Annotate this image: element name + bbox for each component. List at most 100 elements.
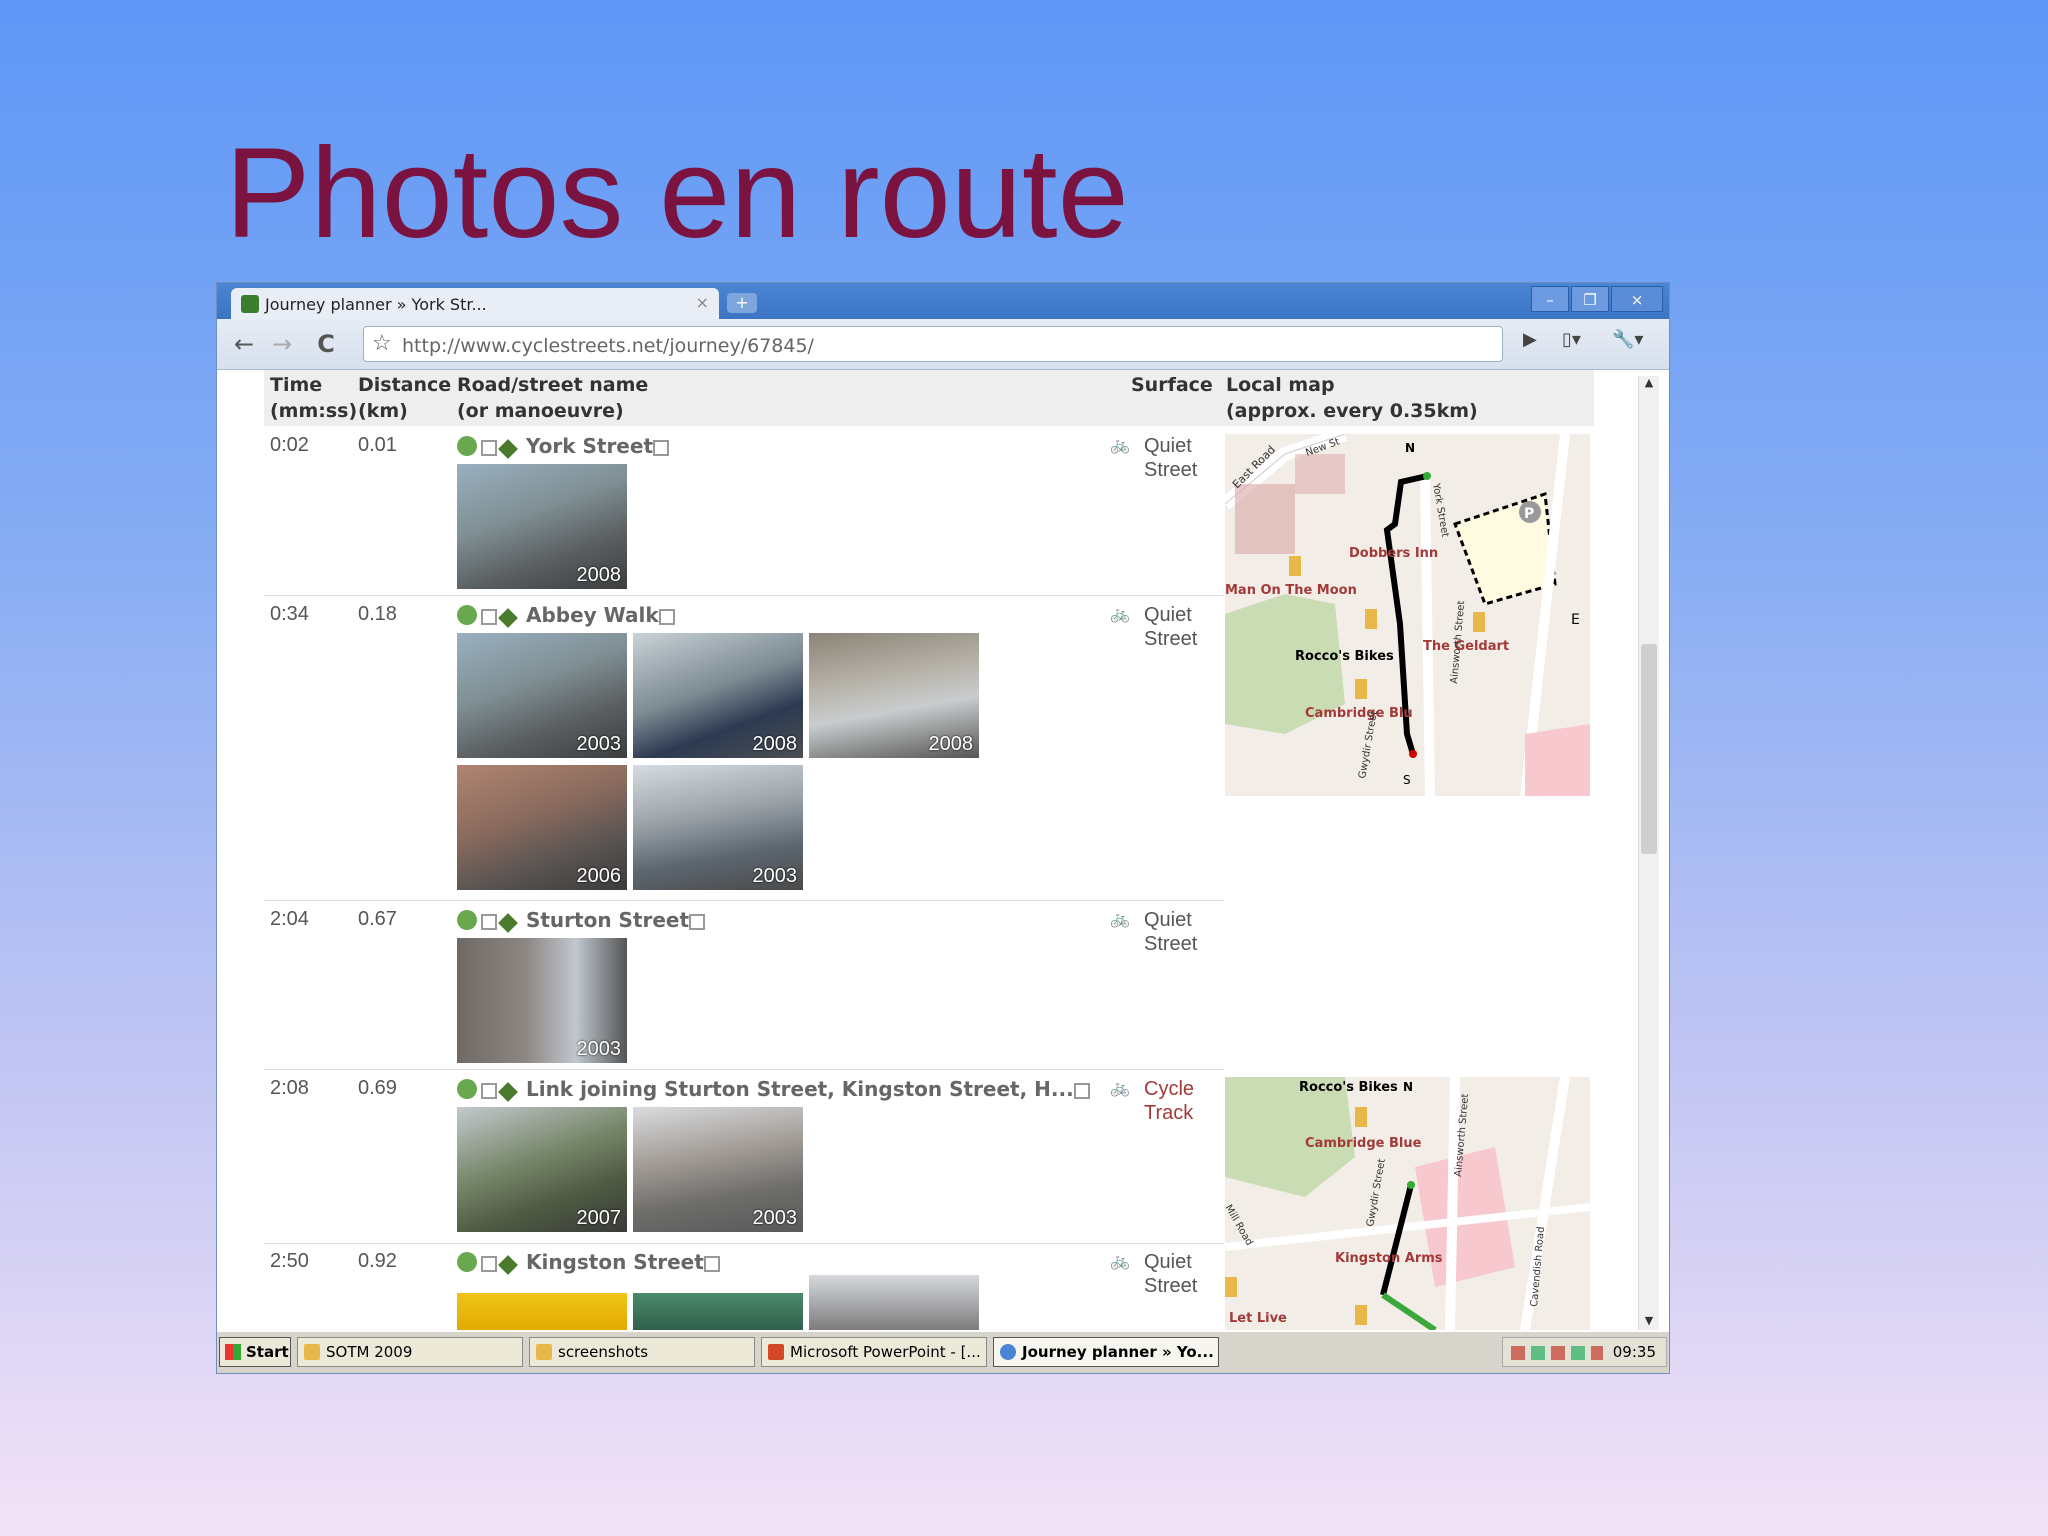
map-label: E: [1571, 612, 1580, 628]
header-local-map: Local map: [1226, 374, 1335, 396]
route-photo[interactable]: [457, 1293, 627, 1333]
external-link-icon[interactable]: [703, 1256, 720, 1272]
map-pin-icon[interactable]: [498, 608, 518, 628]
go-icon[interactable]: ▶: [1523, 329, 1537, 350]
zoom-map-icon[interactable]: [457, 1079, 477, 1099]
route-photo[interactable]: [633, 1293, 803, 1333]
page-menu-icon[interactable]: ▯▾: [1562, 329, 1581, 350]
header-surface: Surface: [1131, 374, 1213, 396]
road-name: York Street: [457, 434, 673, 464]
close-button[interactable]: ×: [1611, 286, 1663, 312]
table-row: 2:04 0.67 Sturton Street 2003 🚲 Quiet St…: [264, 908, 1444, 1070]
chrome-icon: [1000, 1344, 1016, 1360]
map-label: Dobbers Inn: [1349, 546, 1438, 561]
address-bar[interactable]: ☆ http://www.cyclestreets.net/journey/67…: [363, 326, 1503, 362]
windows-taskbar: Start SOTM 2009 screenshots Microsoft Po…: [217, 1330, 1669, 1373]
slide-title: Photos en route: [225, 122, 1129, 265]
road-name-link[interactable]: Link joining Sturton Street, Kingston St…: [526, 1077, 1074, 1101]
start-button[interactable]: Start: [219, 1337, 291, 1367]
taskbar-item[interactable]: Microsoft PowerPoint - [...: [761, 1337, 987, 1367]
photo-year: 2003: [752, 865, 798, 887]
route-photo[interactable]: 2008: [809, 633, 979, 758]
route-photo[interactable]: 2006: [457, 765, 627, 890]
external-link-icon[interactable]: [481, 1256, 497, 1272]
taskbar-item-label: Microsoft PowerPoint - [...: [790, 1343, 981, 1361]
row-divider: [264, 595, 1224, 596]
forward-arrow-icon[interactable]: →: [267, 329, 297, 359]
map-label: Man On The Moon: [1225, 583, 1357, 598]
row-divider: [264, 1069, 1224, 1070]
map-label: S: [1403, 773, 1411, 787]
taskbar-item[interactable]: SOTM 2009: [297, 1337, 523, 1367]
row-time: 2:08: [270, 1077, 309, 1099]
window-controls: – ❐ ×: [1531, 286, 1663, 314]
taskbar-item-label: screenshots: [558, 1343, 649, 1361]
route-photo[interactable]: 2003: [457, 633, 627, 758]
taskbar-item-active[interactable]: Journey planner » Yo...: [993, 1337, 1219, 1367]
road-name-link[interactable]: Kingston Street: [526, 1250, 704, 1274]
map-label: N: [1403, 1080, 1413, 1094]
map-pin-icon[interactable]: [498, 439, 518, 459]
route-photo[interactable]: 2007: [457, 1107, 627, 1232]
road-name-link[interactable]: Abbey Walk: [526, 603, 659, 627]
tab-close-icon[interactable]: ×: [696, 293, 709, 312]
taskbar-item-label: Journey planner » Yo...: [1022, 1343, 1214, 1361]
route-photo[interactable]: 2003: [633, 765, 803, 890]
local-map[interactable]: Rocco's Bikes N Cambridge Blue Gwydir St…: [1225, 1077, 1590, 1330]
route-photo[interactable]: 2003: [633, 1107, 803, 1232]
map-pin-icon[interactable]: [498, 913, 518, 933]
surface-line-1: Quiet: [1144, 604, 1192, 626]
route-photo[interactable]: 2008: [633, 633, 803, 758]
external-link-icon[interactable]: [481, 609, 497, 625]
external-link-icon[interactable]: [1073, 1083, 1090, 1099]
back-arrow-icon[interactable]: ←: [229, 329, 259, 359]
road-name: Link joining Sturton Street, Kingston St…: [457, 1077, 1094, 1107]
route-photo[interactable]: [809, 1275, 979, 1333]
table-header: Time (mm:ss) Distance (km) Road/street n…: [264, 370, 1594, 426]
tray-icons[interactable]: [1511, 1346, 1603, 1360]
external-link-icon[interactable]: [653, 440, 669, 456]
route-photo[interactable]: 2003: [457, 938, 627, 1063]
zoom-map-icon[interactable]: [457, 1252, 477, 1272]
route-photo[interactable]: 2008: [457, 464, 627, 589]
tab-title: Journey planner » York Str...: [265, 295, 487, 314]
scroll-up-icon[interactable]: ▲: [1639, 376, 1659, 394]
road-name-link[interactable]: York Street: [526, 434, 653, 458]
folder-icon: [536, 1344, 552, 1360]
zoom-map-icon[interactable]: [457, 910, 477, 930]
road-name-link[interactable]: Sturton Street: [526, 908, 689, 932]
vertical-scrollbar[interactable]: ▲ ▼: [1638, 376, 1659, 1332]
new-tab-button[interactable]: +: [727, 293, 757, 313]
bookmark-star-icon[interactable]: ☆: [372, 331, 392, 356]
restore-button[interactable]: ❐: [1571, 286, 1609, 312]
row-distance: 0.92: [358, 1250, 397, 1272]
surface-line-1: Quiet: [1144, 435, 1192, 457]
minimize-button[interactable]: –: [1531, 286, 1569, 312]
zoom-map-icon[interactable]: [457, 605, 477, 625]
surface: 🚲 Quiet Street: [1110, 434, 1198, 482]
address-url[interactable]: http://www.cyclestreets.net/journey/6784…: [402, 335, 814, 357]
folder-icon: [304, 1344, 320, 1360]
external-link-icon[interactable]: [481, 1083, 497, 1099]
surface-line-2: Street: [1144, 628, 1198, 650]
tab-journey-planner[interactable]: Journey planner » York Str... ×: [231, 288, 719, 319]
browser-window: Journey planner » York Str... × + – ❐ × …: [217, 283, 1669, 1373]
map-label: Let Live: [1229, 1311, 1287, 1326]
map-label: N: [1405, 441, 1415, 455]
external-link-icon[interactable]: [658, 609, 675, 625]
reload-icon[interactable]: C: [311, 329, 341, 359]
scrollbar-thumb[interactable]: [1641, 644, 1657, 854]
surface-line-2: Street: [1144, 459, 1198, 481]
map-pin-icon[interactable]: [498, 1255, 518, 1275]
surface-line-1: Quiet: [1144, 1251, 1192, 1273]
map-pin-icon[interactable]: [498, 1082, 518, 1102]
row-distance: 0.18: [358, 603, 397, 625]
wrench-menu-icon[interactable]: 🔧▾: [1612, 329, 1643, 350]
zoom-map-icon[interactable]: [457, 436, 477, 456]
local-map[interactable]: East Road New St N York Street Dobbers I…: [1225, 434, 1590, 796]
external-link-icon[interactable]: [689, 914, 706, 930]
taskbar-item[interactable]: screenshots: [529, 1337, 755, 1367]
external-link-icon[interactable]: [481, 914, 497, 930]
external-link-icon[interactable]: [481, 440, 497, 456]
row-divider: [264, 900, 1224, 901]
